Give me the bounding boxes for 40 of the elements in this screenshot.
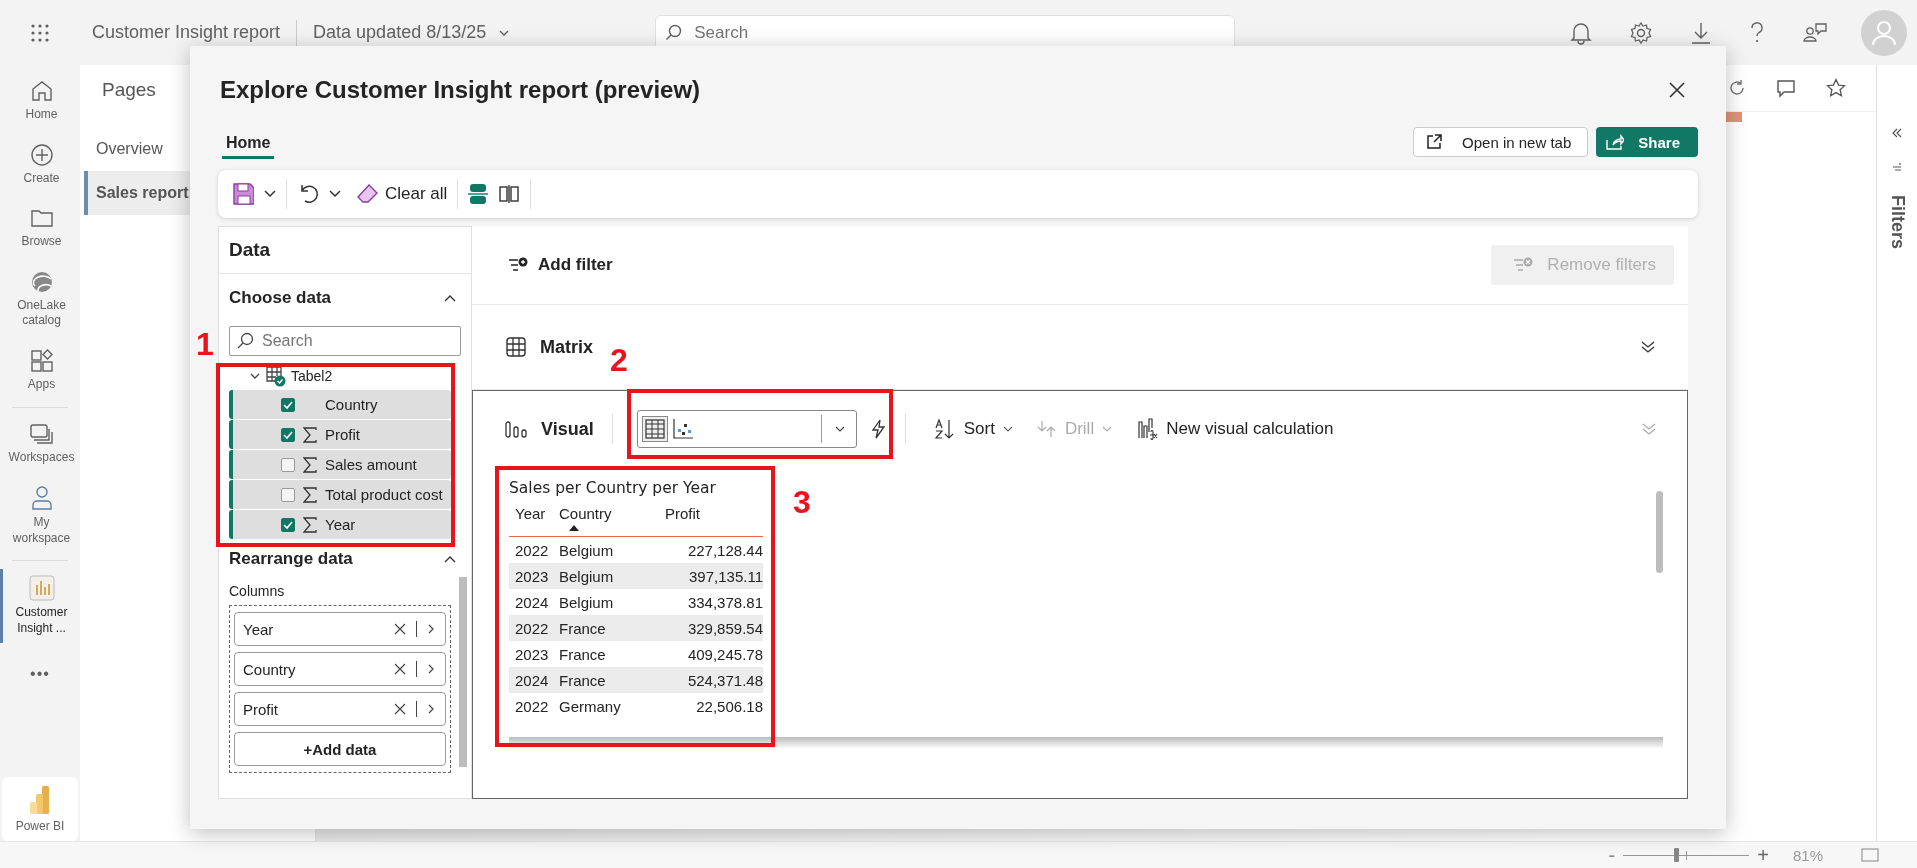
field-name: Year	[325, 516, 356, 533]
field-name: Sales amount	[325, 456, 417, 473]
table-cell-text: 524,371.48	[686, 671, 763, 689]
data-pane-heading: Data	[219, 227, 471, 274]
table-cell-text: 397,135.11	[688, 567, 763, 585]
table-cell-text: 2022	[514, 541, 550, 559]
table-cell-text: Germany	[559, 697, 622, 715]
zoom-level: 81%	[1792, 846, 1823, 864]
columns-label: Columns	[228, 582, 286, 601]
table-cell-text: France	[559, 671, 607, 689]
dialog-title: Explore Customer Insight report (preview)	[220, 76, 701, 104]
table-cell-text: 334,378.81	[686, 593, 763, 611]
table-cell-text: 2024	[514, 671, 550, 689]
section-heading: Choose data	[229, 288, 332, 308]
table-cell-text: 2024	[514, 593, 550, 611]
pages-heading: Pages	[102, 79, 156, 101]
table-cell-text: 2022	[514, 697, 550, 715]
visual-heading: Visual	[541, 418, 594, 440]
table-cell-text: Belgium	[559, 593, 615, 611]
table-cell-text: Belgium	[559, 567, 615, 585]
table-cell-text: 2023	[514, 567, 550, 585]
annotation-number: 3	[793, 484, 811, 521]
field-name: Profit	[325, 426, 360, 443]
report-title: Customer Insight report	[92, 22, 281, 43]
annotation-number: 2	[610, 342, 628, 379]
table-cell-text: 227,128.44	[686, 541, 763, 559]
annotation-number: 1	[196, 326, 214, 363]
table-cell-text: 22,506.18	[695, 697, 763, 715]
table-title: Sales per Country per Year	[509, 478, 717, 499]
table-cell-text: 2022	[514, 619, 550, 637]
table-cell-text: 409,245.78	[686, 645, 763, 663]
table-cell-text: 2023	[514, 645, 550, 663]
matrix-heading: Matrix	[540, 336, 593, 358]
table-cell-text: France	[559, 645, 607, 663]
section-heading: Rearrange data	[229, 549, 353, 569]
table-cell-text: Belgium	[559, 541, 615, 559]
table-cell-text: France	[559, 619, 607, 637]
table-cell-text: 329,859.54	[686, 619, 763, 637]
field-name: Country	[325, 396, 378, 413]
field-name: Total product cost	[325, 486, 443, 503]
